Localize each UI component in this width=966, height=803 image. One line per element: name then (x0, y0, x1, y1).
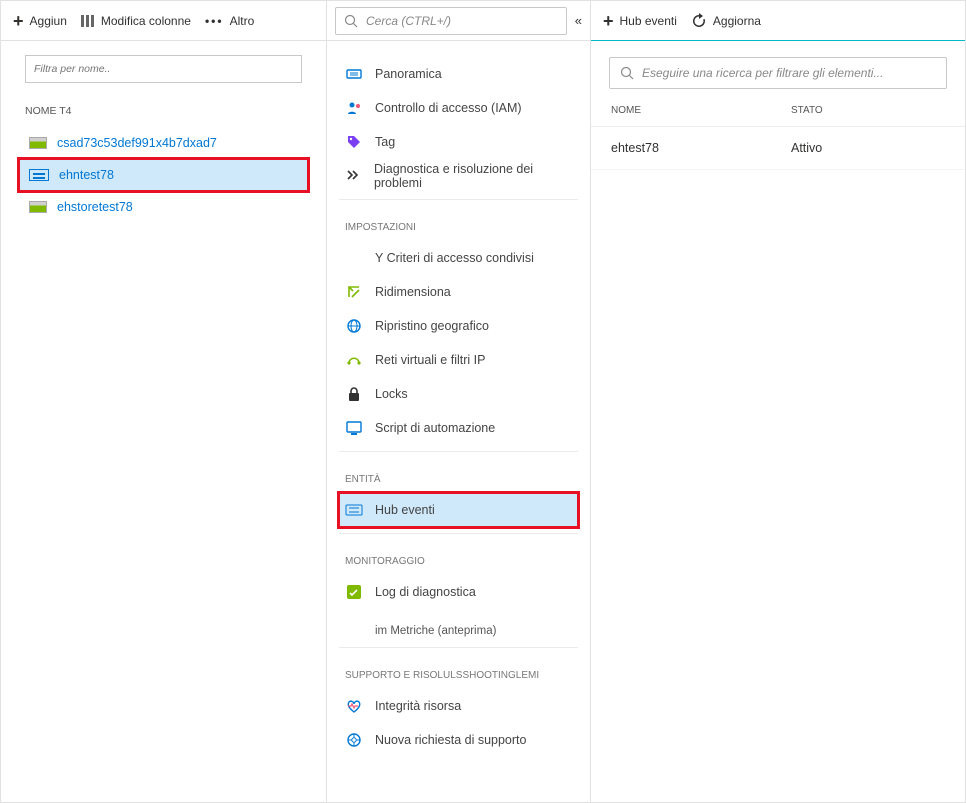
edit-columns-button[interactable]: Modifica colonne (81, 14, 191, 28)
menu-item-nuova-richiesta-di-supporto[interactable]: Nuova richiesta di supporto (339, 723, 578, 757)
support-icon (345, 731, 363, 749)
section-settings: IMPOSTAZIONI (327, 200, 590, 239)
search-icon (344, 14, 358, 28)
resize-icon (345, 283, 363, 301)
menu-item-log-di-diagnostica[interactable]: Log di diagnostica (339, 575, 578, 609)
storage-icon (29, 201, 47, 213)
resource-item-label: ehstoretest78 (57, 200, 133, 214)
key-icon (345, 249, 363, 267)
vnet-icon (345, 351, 363, 369)
menu-item-label: Locks (375, 387, 408, 401)
table-header: NOME STATO (591, 93, 965, 127)
health-icon (345, 697, 363, 715)
th-name[interactable]: NOME (611, 105, 791, 116)
menu-search-row: Cerca (CTRL+/) « (327, 1, 590, 41)
add-event-hub-button[interactable]: + Hub eventi (603, 12, 677, 30)
section-monitoring: MONITORAGGIO (327, 534, 590, 573)
columns-icon (81, 15, 95, 27)
menu-search-input[interactable]: Cerca (CTRL+/) (335, 7, 567, 35)
monitoring-sub[interactable]: im Metriche (anteprima) (339, 615, 578, 648)
menu-item-label: Y Criteri di accesso condivisi (375, 251, 534, 265)
section-entities: ENTITÀ (327, 452, 590, 491)
add-button[interactable]: + Aggiun (13, 12, 67, 30)
collapse-icon[interactable]: « (575, 13, 582, 28)
column-header-name[interactable]: NOME T4 (1, 91, 326, 127)
tag-icon (345, 133, 363, 151)
filter-elements-placeholder: Eseguire una ricerca per filtrare gli el… (642, 66, 883, 80)
resource-item[interactable]: ehntest78 (19, 159, 308, 191)
resource-menu-panel: Cerca (CTRL+/) « Panoramica Controllo di … (327, 1, 591, 802)
storage-icon (29, 137, 47, 149)
menu-item-controllo-di-accesso-iam-[interactable]: Controllo di accesso (IAM) (339, 91, 578, 125)
menu-item-label: Ripristino geografico (375, 319, 489, 333)
add-event-hub-label: Hub eventi (620, 14, 677, 28)
menu-item-label: Hub eventi (375, 503, 435, 517)
menu-item-tag[interactable]: Tag (339, 125, 578, 159)
left-toolbar: + Aggiun Modifica colonne ••• Altro (1, 1, 326, 41)
edit-columns-label: Modifica colonne (101, 14, 191, 28)
menu-item-integrit-risorsa[interactable]: Integrità risorsa (339, 689, 578, 723)
td-state: Attivo (791, 141, 822, 155)
menu-item-label: Diagnostica e risoluzione dei problemi (374, 162, 572, 190)
menu-item-panoramica[interactable]: Panoramica (339, 57, 578, 91)
menu-item-reti-virtuali-e-filtri-ip[interactable]: Reti virtuali e filtri IP (339, 343, 578, 377)
right-toolbar: + Hub eventi Aggiorna (591, 1, 965, 41)
ellipsis-icon: ••• (205, 14, 224, 28)
menu-item-ridimensiona[interactable]: Ridimensiona (339, 275, 578, 309)
menu-item-label: Integrità risorsa (375, 699, 461, 713)
filter-elements-input[interactable]: Eseguire una ricerca per filtrare gli el… (609, 57, 947, 89)
resource-item-label: csad73c53def991x4b7dxad7 (57, 136, 217, 150)
section-support: SUPPORTO E RISOLULSSHOOTINGLEMI (327, 648, 590, 687)
menu-item-y-criteri-di-accesso-condivisi[interactable]: Y Criteri di accesso condivisi (339, 241, 578, 275)
menu-item-locks[interactable]: Locks (339, 377, 578, 411)
geo-icon (345, 317, 363, 335)
th-state[interactable]: STATO (791, 105, 823, 116)
more-label: Altro (230, 14, 255, 28)
eventhub-icon (29, 169, 49, 181)
menu-search-placeholder: Cerca (CTRL+/) (366, 14, 451, 28)
diag-icon (345, 167, 362, 185)
menu-item-script-di-automazione[interactable]: Script di automazione (339, 411, 578, 445)
menu-item-label: Ridimensiona (375, 285, 451, 299)
add-label: Aggiun (30, 14, 67, 28)
refresh-label: Aggiorna (713, 14, 761, 28)
more-button[interactable]: ••• Altro (205, 14, 254, 28)
event-hubs-panel: + Hub eventi Aggiorna Eseguire una ricer… (591, 1, 965, 802)
menu-item-label: Controllo di accesso (IAM) (375, 101, 522, 115)
plus-icon: + (603, 12, 614, 30)
lock-icon (345, 385, 363, 403)
resource-item-label: ehntest78 (59, 168, 114, 182)
menu-item-label: Log di diagnostica (375, 585, 476, 599)
filter-input-wrapper[interactable] (25, 55, 302, 83)
menu-item-label: Tag (375, 135, 395, 149)
td-name: ehtest78 (611, 141, 791, 155)
logs-icon (345, 583, 363, 601)
menu-item-label: Script di automazione (375, 421, 495, 435)
script-icon (345, 419, 363, 437)
table-row[interactable]: ehtest78Attivo (591, 127, 965, 170)
iam-icon (345, 99, 363, 117)
refresh-button[interactable]: Aggiorna (691, 13, 761, 29)
menu-item-label: Reti virtuali e filtri IP (375, 353, 485, 367)
menu-item-label: Panoramica (375, 67, 442, 81)
resource-item[interactable]: ehstoretest78 (19, 191, 308, 223)
overview-icon (345, 65, 363, 83)
plus-icon: + (13, 12, 24, 30)
menu-item-diagnostica-e-risoluzione-dei-[interactable]: Diagnostica e risoluzione dei problemi (339, 159, 578, 193)
resource-list-panel: + Aggiun Modifica colonne ••• Altro NOME… (1, 1, 327, 802)
menu-item-ripristino-geografico[interactable]: Ripristino geografico (339, 309, 578, 343)
refresh-icon (691, 13, 707, 29)
filter-input[interactable] (34, 63, 293, 75)
search-icon (620, 66, 634, 80)
menu-item-hub-eventi[interactable]: Hub eventi (339, 493, 578, 527)
eventhub-icon (345, 501, 363, 519)
menu-item-label: Nuova richiesta di supporto (375, 733, 526, 747)
resource-item[interactable]: csad73c53def991x4b7dxad7 (19, 127, 308, 159)
